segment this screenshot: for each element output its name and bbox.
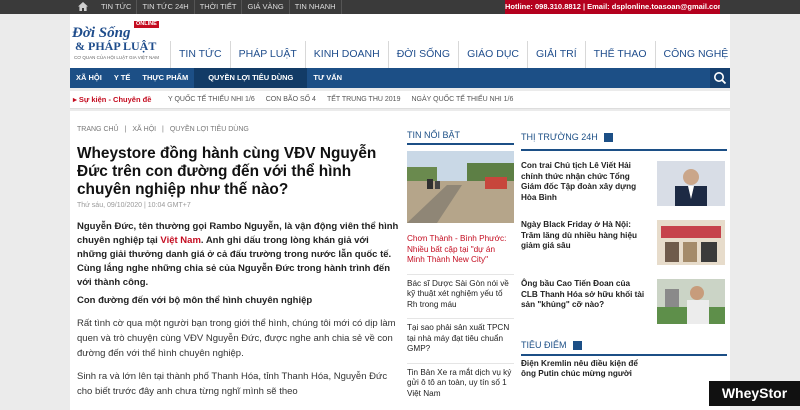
main-nav-giai-tri[interactable]: GIẢI TRÍ: [526, 41, 585, 68]
top-nav-tin-tuc[interactable]: TIN TỨC: [96, 0, 138, 14]
thi-truong-item[interactable]: Con trai Chủ tịch Lê Viết Hải chính thức…: [521, 161, 727, 210]
thi-truong-item-title[interactable]: Ngày Black Friday ở Hà Nội: Trăm lăng dù…: [521, 220, 649, 252]
thi-truong-item[interactable]: Ông bầu Cao Tiến Đoan của CLB Thanh Hóa …: [521, 279, 727, 328]
site-header: ONLINE Đời Sống & PHÁP LUẬT CƠ QUAN CỦA …: [70, 14, 730, 68]
trending-item[interactable]: Y QUỐC TẾ THIẾU NHI 1/6: [168, 91, 266, 108]
article: TRANG CHỦ | XÃ HỘI | QUYỀN LỢI TIÊU DÙNG…: [77, 126, 399, 399]
top-nav: TIN TỨC TIN TỨC 24H THỜI TIẾT GIÁ VÀNG T…: [96, 0, 342, 14]
content-area: TRANG CHỦ | XÃ HỘI | QUYỀN LỢI TIÊU DÙNG…: [70, 111, 730, 410]
main-nav-giao-duc[interactable]: GIÁO DỤC: [458, 41, 527, 68]
sub-nav-tu-van[interactable]: TƯ VẤN: [307, 68, 348, 88]
tin-noi-bat-column: TIN NỔI BẬT Chơn Thành - Bình Phước: Nhi…: [407, 125, 514, 399]
breadcrumb: TRANG CHỦ | XÃ HỘI | QUYỀN LỢI TIÊU DÙNG: [77, 126, 399, 133]
article-lead: Nguyễn Đức, tên thường gọi Rambo Nguyễn,…: [77, 221, 399, 289]
main-nav-cong-nghe[interactable]: CÔNG NGHỆ: [654, 41, 737, 68]
thi-truong-column: THỊ TRƯỜNG 24H Con trai Chủ tịch Lê Viết…: [521, 125, 727, 379]
section-marker-icon: [572, 340, 582, 350]
news-thumbnail[interactable]: [657, 161, 725, 206]
viet-nam-link[interactable]: Việt Nam: [160, 235, 200, 246]
search-icon: [714, 72, 727, 85]
article-title: Wheystore đồng hành cùng VĐV Nguyễn Đức …: [77, 145, 377, 198]
main-nav-the-thao[interactable]: THỂ THAO: [584, 41, 655, 68]
trending-item[interactable]: NGÀY QUỐC TẾ THIẾU NHI 1/6: [411, 91, 524, 108]
main-nav-phap-luat[interactable]: PHÁP LUẬT: [229, 41, 305, 68]
tin-noi-bat-item[interactable]: Bác sĩ Dược Sài Gòn nói về kỹ thuật xét …: [407, 273, 514, 311]
top-nav-tin-tuc-24h[interactable]: TIN TỨC 24H: [137, 0, 195, 14]
main-nav-kinh-doanh[interactable]: KINH DOANH: [304, 41, 388, 68]
sub-nav-y-te[interactable]: Y TẾ: [108, 68, 137, 88]
breadcrumb-home[interactable]: TRANG CHỦ: [77, 126, 123, 133]
main-nav-tin-tuc[interactable]: TIN TỨC: [170, 41, 230, 68]
logo-line-2: & PHÁP LUẬT: [75, 39, 157, 53]
article-date: Thứ sáu, 09/10/2020 | 10:04 GMT+7: [77, 202, 191, 209]
page: TIN TỨC TIN TỨC 24H THỜI TIẾT GIÁ VÀNG T…: [0, 0, 800, 410]
featured-news-image[interactable]: [407, 151, 514, 223]
tin-noi-bat-item[interactable]: Tin Bản Xe ra mắt dịch vụ ký gửi ô tô an…: [407, 362, 514, 400]
trending-item[interactable]: TẾT TRUNG THU 2019: [327, 91, 412, 108]
home-icon[interactable]: [78, 2, 88, 11]
trending-label[interactable]: ▸ Sự kiện - Chuyên đề: [73, 91, 151, 108]
thi-truong-item[interactable]: Ngày Black Friday ở Hà Nội: Trăm lăng dù…: [521, 220, 727, 269]
top-nav-tin-nhanh[interactable]: TIN NHANH: [290, 0, 342, 14]
article-paragraph: Rất tình cờ qua một người bạn trong giới…: [77, 318, 396, 360]
section-marker-icon: [603, 132, 613, 142]
tin-noi-bat-heading[interactable]: TIN NỔI BẬT: [407, 125, 514, 145]
thi-truong-item-title[interactable]: Ông bầu Cao Tiến Đoan của CLB Thanh Hóa …: [521, 279, 649, 311]
main-nav: TIN TỨC PHÁP LUẬT KINH DOANH ĐỜI SỐNG GI…: [170, 41, 736, 68]
site-logo[interactable]: ONLINE Đời Sống & PHÁP LUẬT CƠ QUAN CỦA …: [72, 20, 170, 66]
thi-truong-heading[interactable]: THỊ TRƯỜNG 24H: [521, 125, 727, 151]
top-utility-bar: TIN TỨC TIN TỨC 24H THỜI TIẾT GIÁ VÀNG T…: [0, 0, 800, 14]
news-thumbnail[interactable]: [657, 279, 725, 324]
tin-noi-bat-item[interactable]: Tại sao phải sản xuất TPCN tại nhà máy đ…: [407, 318, 514, 355]
tieu-diem-heading[interactable]: TIÊU ĐIỂM: [521, 336, 727, 356]
trending-item[interactable]: CON BÃO SỐ 4: [266, 91, 327, 108]
search-button[interactable]: [710, 68, 730, 88]
tieu-diem-item[interactable]: Điện Kremlin nêu điều kiện để ông Putin …: [521, 359, 651, 379]
sub-nav-quyen-loi-tieu-dung[interactable]: QUYỀN LỢI TIÊU DÙNG: [194, 68, 308, 88]
thi-truong-item-title[interactable]: Con trai Chủ tịch Lê Viết Hải chính thức…: [521, 161, 649, 203]
breadcrumb-separator: |: [162, 126, 164, 133]
main-nav-doi-song[interactable]: ĐỜI SỐNG: [387, 41, 458, 68]
wheystore-watermark: WheyStor: [709, 381, 800, 406]
featured-news-title[interactable]: Chơn Thành - Bình Phước: Nhiều bất cập t…: [407, 234, 514, 266]
breadcrumb-separator: |: [124, 126, 127, 133]
article-subheading: Con đường đến với bộ môn thể hình chuyên…: [77, 295, 313, 307]
trending-bar: ▸ Sự kiện - Chuyên đề Y QUỐC TẾ THIẾU NH…: [70, 91, 730, 109]
breadcrumb-xa-hoi[interactable]: XÃ HỘI: [132, 126, 160, 133]
logo-tagline: CƠ QUAN CỦA HỘI LUẬT GIA VIỆT NAM: [74, 55, 159, 60]
sub-nav-thuc-pham[interactable]: THỰC PHẨM: [136, 68, 194, 88]
news-thumbnail[interactable]: [657, 220, 725, 265]
top-nav-gia-vang[interactable]: GIÁ VÀNG: [242, 0, 290, 14]
logo-online-badge: ONLINE: [134, 21, 159, 28]
article-paragraph: Sinh ra và lớn lên tại thành phố Thanh H…: [77, 371, 388, 398]
sub-nav-xa-hoi[interactable]: XÃ HỘI: [70, 68, 108, 88]
hotline-contact: Hotline: 098.310.8812 | Email: dsplonlin…: [505, 0, 720, 14]
breadcrumb-quyen-loi[interactable]: QUYỀN LỢI TIÊU DÙNG: [170, 126, 253, 133]
sub-nav: XÃ HỘI Y TẾ THỰC PHẨM QUYỀN LỢI TIÊU DÙN…: [70, 68, 730, 88]
top-nav-thoi-tiet[interactable]: THỜI TIẾT: [195, 0, 243, 14]
